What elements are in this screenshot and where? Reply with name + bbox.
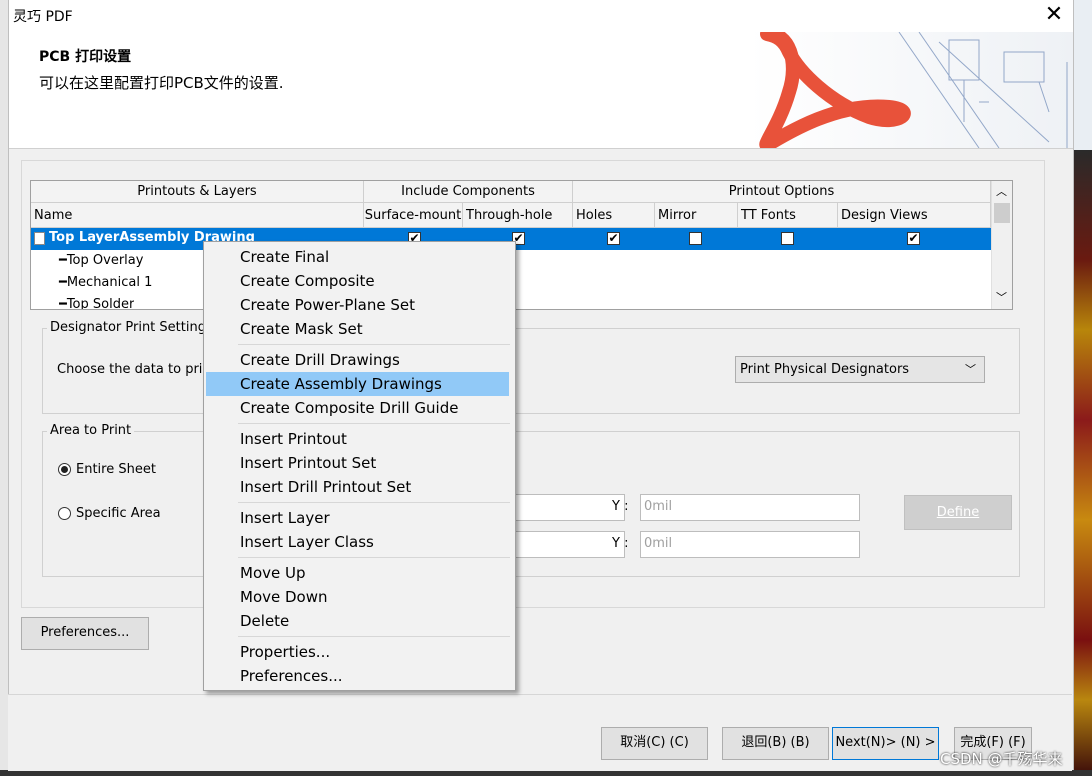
chevron-down-icon: ﹀ bbox=[965, 363, 976, 376]
window-title: 灵巧 PDF bbox=[13, 9, 73, 25]
specific-area-radio[interactable] bbox=[58, 507, 71, 520]
column-tt-fonts[interactable]: TT Fonts bbox=[738, 203, 838, 228]
x2-input[interactable] bbox=[512, 531, 625, 558]
designator-dropdown[interactable]: Print Physical Designators ﹀ bbox=[735, 356, 985, 383]
chevron-down-icon[interactable]: ﹀ bbox=[996, 289, 1007, 305]
x1-input[interactable] bbox=[512, 494, 625, 521]
entire-sheet-radio[interactable] bbox=[58, 463, 71, 476]
menu-item-create-drill-drawings[interactable]: Create Drill Drawings bbox=[206, 348, 509, 372]
page-title: PCB 打印设置 bbox=[39, 49, 132, 65]
define-button[interactable]: Define bbox=[904, 495, 1012, 530]
menu-item-insert-printout[interactable]: Insert Printout bbox=[206, 427, 509, 451]
table-scrollbar[interactable]: ︿ ﹀ bbox=[991, 181, 1012, 309]
column-name[interactable]: Name bbox=[31, 203, 364, 228]
menu-separator bbox=[238, 423, 510, 424]
background-pcb-view bbox=[1072, 0, 1092, 776]
context-menu: Create Final Create Composite Create Pow… bbox=[203, 241, 516, 691]
column-mirror[interactable]: Mirror bbox=[655, 203, 738, 228]
layer-name: Top Overlay bbox=[66, 253, 144, 268]
menu-item-create-composite-drill-guide[interactable]: Create Composite Drill Guide bbox=[206, 396, 509, 420]
acrobat-logo-banner-icon bbox=[749, 32, 1073, 148]
menu-item-delete[interactable]: Delete bbox=[206, 609, 509, 633]
column-through-hole[interactable]: Through-hole bbox=[463, 203, 573, 228]
menu-item-insert-drill-printout-set[interactable]: Insert Drill Printout Set bbox=[206, 475, 509, 499]
menu-item-preferences[interactable]: Preferences... bbox=[206, 664, 509, 688]
menu-item-insert-layer[interactable]: Insert Layer bbox=[206, 506, 509, 530]
y1-input[interactable]: 0mil bbox=[640, 494, 860, 521]
column-design-views[interactable]: Design Views bbox=[838, 203, 991, 228]
printouts-layers-table: Printouts & Layers Include Components Pr… bbox=[30, 180, 1013, 310]
y2-label: Y : bbox=[612, 536, 629, 551]
menu-separator bbox=[238, 636, 510, 637]
menu-separator bbox=[238, 502, 510, 503]
close-icon: ✕ bbox=[1044, 2, 1064, 27]
mirror-checkbox[interactable] bbox=[689, 232, 702, 245]
header-printouts-layers: Printouts & Layers bbox=[31, 181, 364, 203]
designator-dropdown-value: Print Physical Designators bbox=[740, 362, 910, 377]
menu-separator bbox=[238, 344, 510, 345]
tt-fonts-checkbox[interactable] bbox=[781, 232, 794, 245]
menu-item-create-composite[interactable]: Create Composite bbox=[206, 269, 509, 293]
list-item[interactable]: ━Top Solder bbox=[59, 297, 134, 309]
design-views-checkbox[interactable]: ✔ bbox=[907, 232, 920, 245]
list-item[interactable]: ━Top Overlay bbox=[59, 253, 143, 268]
header-include-components: Include Components bbox=[364, 181, 573, 203]
preferences-button[interactable]: Preferences... bbox=[21, 617, 149, 650]
y2-input[interactable]: 0mil bbox=[640, 531, 860, 558]
menu-item-create-power-plane-set[interactable]: Create Power-Plane Set bbox=[206, 293, 509, 317]
entire-sheet-label: Entire Sheet bbox=[76, 462, 156, 477]
document-icon bbox=[34, 232, 45, 245]
chevron-up-icon[interactable]: ︿ bbox=[996, 183, 1007, 199]
wizard-header: PCB 打印设置 可以在这里配置打印PCB文件的设置. bbox=[9, 32, 1073, 149]
close-button[interactable]: ✕ bbox=[1039, 2, 1069, 30]
menu-item-move-up[interactable]: Move Up bbox=[206, 561, 509, 585]
menu-item-move-down[interactable]: Move Down bbox=[206, 585, 509, 609]
menu-separator bbox=[238, 557, 510, 558]
holes-checkbox[interactable]: ✔ bbox=[607, 232, 620, 245]
specific-area-label: Specific Area bbox=[76, 506, 161, 521]
y1-label: Y : bbox=[612, 499, 629, 514]
scrollbar-thumb[interactable] bbox=[994, 203, 1010, 223]
layer-name: Mechanical 1 bbox=[66, 275, 153, 290]
column-surface-mount[interactable]: Surface-mount bbox=[364, 203, 463, 228]
back-button[interactable]: 退回(B) (B) bbox=[722, 727, 829, 760]
menu-item-properties[interactable]: Properties... bbox=[206, 640, 509, 664]
column-holes[interactable]: Holes bbox=[573, 203, 655, 228]
designator-prompt: Choose the data to prin bbox=[57, 362, 211, 377]
watermark: CSDN @千殇华来 bbox=[940, 750, 1063, 768]
next-button[interactable]: Next(N)> (N) > bbox=[832, 727, 939, 760]
page-subtitle: 可以在这里配置打印PCB文件的设置. bbox=[39, 74, 284, 92]
header-printout-options: Printout Options bbox=[573, 181, 991, 203]
list-item[interactable]: ━Mechanical 1 bbox=[59, 275, 152, 290]
designator-group-label: Designator Print Settings bbox=[47, 320, 216, 335]
area-group-label: Area to Print bbox=[47, 423, 135, 438]
menu-item-insert-layer-class[interactable]: Insert Layer Class bbox=[206, 530, 509, 554]
background-left-edge bbox=[0, 0, 8, 776]
layer-name: Top Solder bbox=[66, 297, 135, 309]
menu-item-create-assembly-drawings[interactable]: Create Assembly Drawings bbox=[206, 372, 509, 396]
menu-item-create-mask-set[interactable]: Create Mask Set bbox=[206, 317, 509, 341]
title-bar: 灵巧 PDF ✕ bbox=[9, 0, 1073, 32]
menu-item-create-final[interactable]: Create Final bbox=[206, 245, 509, 269]
cancel-button[interactable]: 取消(C) (C) bbox=[601, 727, 708, 760]
menu-item-insert-printout-set[interactable]: Insert Printout Set bbox=[206, 451, 509, 475]
